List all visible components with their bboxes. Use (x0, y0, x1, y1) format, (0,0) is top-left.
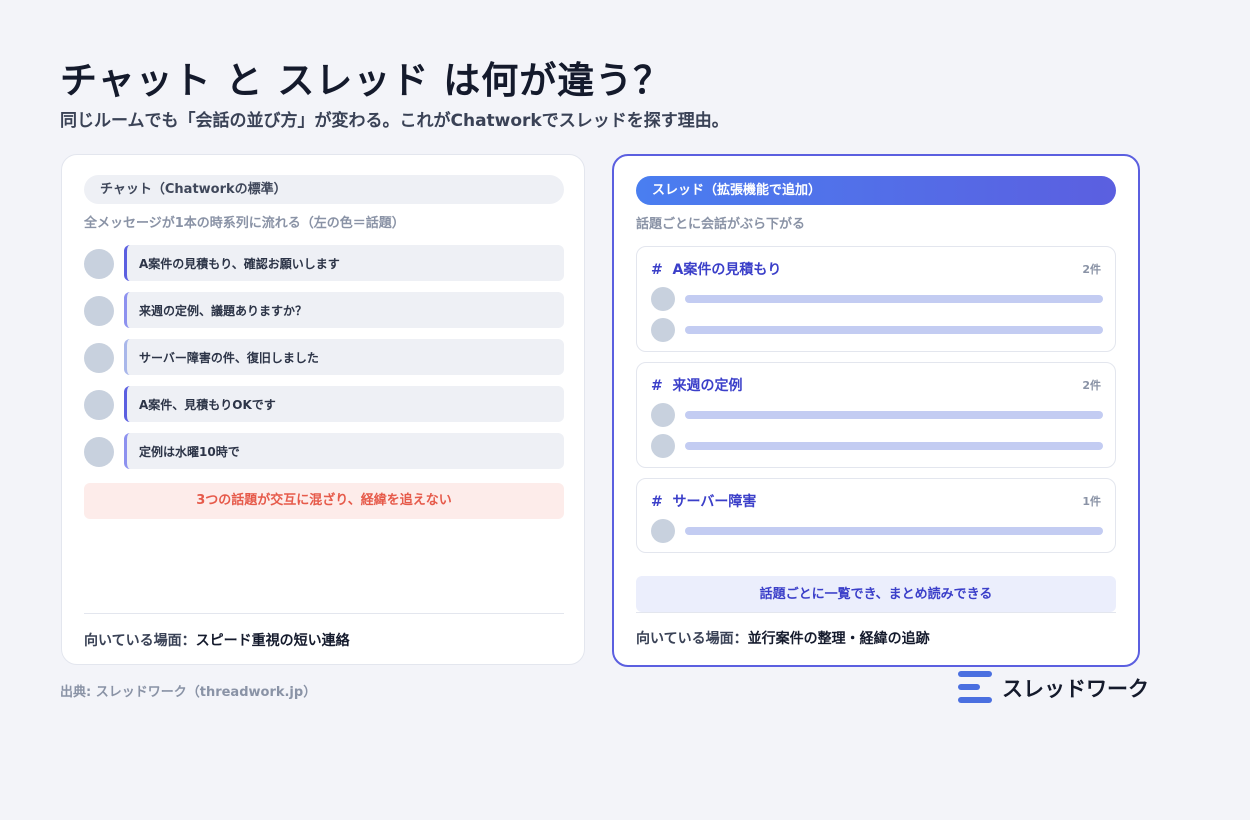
chat-message: A案件の見積もり、確認お願いします (84, 245, 564, 281)
avatar (651, 519, 675, 543)
brand-name: スレッドワーク (1002, 677, 1149, 701)
divider (636, 612, 1116, 613)
hash-icon: # (651, 262, 663, 278)
avatar (84, 343, 114, 373)
thread-reply (651, 318, 1103, 342)
reply-placeholder (685, 295, 1103, 303)
avatar (651, 318, 675, 342)
thread-summary: 話題ごとに一覧でき、まとめ読みできる (636, 576, 1116, 612)
avatar (84, 249, 114, 279)
chat-message-text: A案件の見積もり、確認お願いします (124, 245, 564, 281)
chat-message: 定例は水曜10時で (84, 433, 564, 469)
reply-placeholder (685, 326, 1103, 334)
thread-count: 2件 (1082, 379, 1101, 392)
thread-title: # A案件の見積もり (651, 262, 782, 278)
chat-panel-label: チャット（Chatworkの標準） (84, 175, 564, 204)
footer-label: 向いている場面： (84, 633, 196, 649)
chat-message-text: A案件、見積もりOKです (124, 386, 564, 422)
chat-message-text: 定例は水曜10時で (124, 433, 564, 469)
thread-count: 1件 (1082, 495, 1101, 508)
divider (84, 613, 564, 614)
avatar (84, 437, 114, 467)
threadwork-logo-icon (958, 670, 994, 704)
hash-icon: # (651, 494, 663, 510)
chat-message: A案件、見積もりOKです (84, 386, 564, 422)
chat-panel-description: 全メッセージが1本の時系列に流れる（左の色＝話題） (84, 216, 405, 231)
footer-label: 向いている場面： (636, 631, 748, 647)
avatar (651, 287, 675, 311)
footer-value: 並行案件の整理・経緯の追跡 (747, 631, 930, 647)
thread-title: # サーバー障害 (651, 494, 757, 510)
hash-icon: # (651, 378, 663, 394)
reply-placeholder (685, 442, 1103, 450)
chat-panel: チャット（Chatworkの標準） 全メッセージが1本の時系列に流れる（左の色＝… (61, 154, 585, 665)
thread-title: # 来週の定例 (651, 378, 743, 394)
chat-message-text: サーバー障害の件、復旧しました (124, 339, 564, 375)
thread-panel-label: スレッド（拡張機能で追加） (636, 176, 1116, 205)
avatar (84, 296, 114, 326)
footer-value: スピード重視の短い連絡 (195, 633, 350, 649)
thread-reply (651, 519, 1103, 543)
thread-card[interactable]: # A案件の見積もり 2件 (636, 246, 1116, 352)
thread-reply (651, 287, 1103, 311)
chat-footer: 向いている場面：スピード重視の短い連絡 (84, 630, 350, 650)
source-credit: 出典: スレッドワーク（threadwork.jp） (60, 685, 317, 700)
page-title: チャット と スレッド は何が違う？ (60, 59, 672, 102)
page-subtitle: 同じルームでも「会話の並び方」が変わる。これがChatworkでスレッドを探す理… (60, 111, 729, 131)
thread-reply (651, 434, 1103, 458)
reply-placeholder (685, 527, 1103, 535)
thread-footer: 向いている場面：並行案件の整理・経緯の追跡 (636, 628, 930, 648)
avatar (84, 390, 114, 420)
thread-card[interactable]: # 来週の定例 2件 (636, 362, 1116, 468)
thread-reply (651, 403, 1103, 427)
avatar (651, 434, 675, 458)
chat-message: サーバー障害の件、復旧しました (84, 339, 564, 375)
brand-logo: スレッドワーク (958, 670, 1149, 704)
avatar (651, 403, 675, 427)
reply-placeholder (685, 411, 1103, 419)
thread-panel-description: 話題ごとに会話がぶら下がる (636, 217, 806, 232)
thread-panel: スレッド（拡張機能で追加） 話題ごとに会話がぶら下がる # A案件の見積もり 2… (612, 154, 1140, 667)
thread-count: 2件 (1082, 263, 1101, 276)
chat-message-text: 来週の定例、議題ありますか？ (124, 292, 564, 328)
chat-message: 来週の定例、議題ありますか？ (84, 292, 564, 328)
chat-warning: 3つの話題が交互に混ざり、経緯を追えない (84, 483, 564, 519)
thread-card[interactable]: # サーバー障害 1件 (636, 478, 1116, 553)
